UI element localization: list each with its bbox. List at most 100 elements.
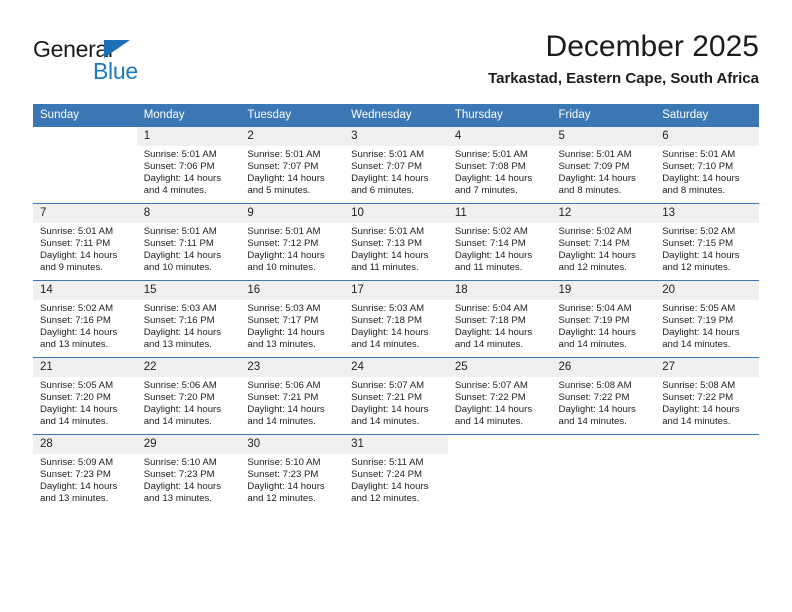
day-sun-info: Sunrise: 5:03 AM Sunset: 7:18 PM Daylight:… [344,300,448,351]
calendar-day-cell[interactable]: 9 Sunrise: 5:01 AM Sunset: 7:12 PM Daylight… [240,203,345,281]
sunrise-text: Sunrise: 5:02 AM [558,226,632,237]
daylight-text-line1: Daylight: 14 hours [351,249,429,261]
day-sun-info: Sunrise: 5:01 AM Sunset: 7:11 PM Daylight:… [137,223,241,274]
calendar-day-cell[interactable]: 26 Sunrise: 5:08 AM Sunset: 7:22 PM Dayligh… [551,357,656,435]
daylight-text-line1: Daylight: 14 hours [558,403,636,415]
day-sun-info: Sunrise: 5:01 AM Sunset: 7:13 PM Daylight:… [344,223,448,274]
sunrise-text: Sunrise: 5:02 AM [40,303,114,314]
day-sun-info: Sunrise: 5:08 AM Sunset: 7:22 PM Daylight:… [655,377,759,428]
daylight-text-line2: and 11 minutes. [454,261,523,273]
sunset-text: Sunset: 7:22 PM [558,391,630,403]
daylight-text-line1: Daylight: 14 hours [143,480,222,492]
daylight-text-line2: and 13 minutes. [40,492,109,504]
calendar-day-cell[interactable]: 7 Sunrise: 5:01 AM Sunset: 7:11 PM Daylight… [33,203,137,281]
day-number: 6 [655,127,759,146]
sunset-text: Sunset: 7:22 PM [454,391,526,403]
calendar-day-cell[interactable]: 20 Sunrise: 5:05 AM Sunset: 7:19 PM Dayligh… [655,280,759,358]
day-sun-info: Sunrise: 5:01 AM Sunset: 7:09 PM Daylight:… [552,146,656,197]
calendar-week-row: 7 Sunrise: 5:01 AM Sunset: 7:11 PM Daylight… [33,203,759,281]
sunset-text: Sunset: 7:23 PM [40,468,111,480]
calendar-day-cell[interactable]: 6 Sunrise: 5:01 AM Sunset: 7:10 PM Daylight… [655,126,759,204]
title-block: December 2025 Tarkastad, Eastern Cape, S… [488,28,759,90]
sunrise-text: Sunrise: 5:01 AM [247,149,321,160]
weekday-header-thursday: Thursday [447,104,552,127]
calendar-day-cell[interactable]: 19 Sunrise: 5:04 AM Sunset: 7:19 PM Dayligh… [551,280,656,358]
day-sun-info: Sunrise: 5:02 AM Sunset: 7:14 PM Daylight:… [552,223,656,274]
calendar-day-cell[interactable]: 16 Sunrise: 5:03 AM Sunset: 7:17 PM Dayligh… [240,280,345,358]
calendar-day-cell[interactable]: 1 Sunrise: 5:01 AM Sunset: 7:06 PM Daylight… [136,126,241,204]
sunrise-text: Sunrise: 5:05 AM [40,380,114,391]
calendar-day-cell[interactable]: 5 Sunrise: 5:01 AM Sunset: 7:09 PM Daylight… [551,126,656,204]
calendar-day-cell[interactable]: 3 Sunrise: 5:01 AM Sunset: 7:07 PM Daylight… [344,126,448,204]
calendar-day-cell[interactable]: 10 Sunrise: 5:01 AM Sunset: 7:13 PM Dayligh… [344,203,448,281]
calendar-day-cell[interactable]: 28 Sunrise: 5:09 AM Sunset: 7:23 PM Dayligh… [33,434,137,511]
calendar-week-row: 21 Sunrise: 5:05 AM Sunset: 7:20 PM Dayligh… [33,357,759,435]
daylight-text-line1: Daylight: 14 hours [558,249,636,261]
daylight-text-line1: Daylight: 14 hours [454,249,533,261]
day-number: 30 [240,435,345,454]
sunset-text: Sunset: 7:16 PM [143,314,215,326]
sunset-text: Sunset: 7:19 PM [662,314,734,326]
daylight-text-line2: and 13 minutes. [143,338,212,350]
daylight-text-line2: and 14 minutes. [40,415,109,427]
calendar-day-cell[interactable]: 15 Sunrise: 5:03 AM Sunset: 7:16 PM Dayligh… [136,280,241,358]
sunset-text: Sunset: 7:20 PM [143,391,215,403]
calendar-day-cell[interactable]: 25 Sunrise: 5:07 AM Sunset: 7:22 PM Dayligh… [447,357,552,435]
calendar-day-cell[interactable]: 8 Sunrise: 5:01 AM Sunset: 7:11 PM Daylight… [136,203,241,281]
sunrise-text: Sunrise: 5:04 AM [454,303,528,314]
calendar-day-cell[interactable]: 21 Sunrise: 5:05 AM Sunset: 7:20 PM Dayligh… [33,357,137,435]
weekday-header-friday: Friday [551,104,656,127]
day-number: 25 [447,358,552,377]
sunset-text: Sunset: 7:18 PM [351,314,423,326]
calendar-day-cell[interactable]: 2 Sunrise: 5:01 AM Sunset: 7:07 PM Daylight… [240,126,345,204]
day-number: 20 [655,281,759,300]
daylight-text-line1: Daylight: 14 hours [143,326,222,338]
calendar-day-cell[interactable]: 22 Sunrise: 5:06 AM Sunset: 7:20 PM Dayligh… [136,357,241,435]
sunrise-text: Sunrise: 5:01 AM [454,149,528,160]
sunrise-text: Sunrise: 5:05 AM [662,303,736,314]
calendar-day-cell[interactable]: 11 Sunrise: 5:02 AM Sunset: 7:14 PM Dayligh… [447,203,552,281]
sunrise-text: Sunrise: 5:01 AM [351,149,425,160]
calendar-day-cell[interactable]: 12 Sunrise: 5:02 AM Sunset: 7:14 PM Dayligh… [551,203,656,281]
day-number: 22 [136,358,241,377]
sunrise-text: Sunrise: 5:08 AM [558,380,632,391]
calendar-day-cell[interactable]: 30 Sunrise: 5:10 AM Sunset: 7:23 PM Dayligh… [240,434,345,511]
calendar-day-cell[interactable]: 4 Sunrise: 5:01 AM Sunset: 7:08 PM Daylight… [447,126,552,204]
sunset-text: Sunset: 7:17 PM [247,314,319,326]
day-sun-info: Sunrise: 5:04 AM Sunset: 7:18 PM Daylight:… [448,300,552,351]
day-number: 15 [136,281,241,300]
day-sun-info: Sunrise: 5:02 AM Sunset: 7:16 PM Daylight:… [33,300,137,351]
calendar-day-cell[interactable]: 18 Sunrise: 5:04 AM Sunset: 7:18 PM Dayligh… [447,280,552,358]
calendar-day-cell[interactable]: 14 Sunrise: 5:02 AM Sunset: 7:16 PM Dayligh… [33,280,137,358]
daylight-text-line1: Daylight: 14 hours [40,249,118,261]
calendar-day-cell[interactable]: 23 Sunrise: 5:06 AM Sunset: 7:21 PM Dayligh… [240,357,345,435]
calendar-day-cell[interactable]: 27 Sunrise: 5:08 AM Sunset: 7:22 PM Dayligh… [655,357,759,435]
day-number: 11 [447,204,552,223]
weekday-row: Sunday Monday Tuesday Wednesday Thursday Frid… [33,104,759,127]
day-number: 17 [344,281,448,300]
day-sun-info: Sunrise: 5:01 AM Sunset: 7:07 PM Daylight:… [240,146,344,197]
day-sun-info: Sunrise: 5:10 AM Sunset: 7:23 PM Daylight:… [240,454,344,505]
daylight-text-line1: Daylight: 14 hours [662,249,740,261]
calendar-day-cell-empty [447,434,552,511]
calendar-day-cell[interactable]: 13 Sunrise: 5:02 AM Sunset: 7:15 PM Dayligh… [655,203,759,281]
day-sun-info: Sunrise: 5:07 AM Sunset: 7:21 PM Daylight:… [344,377,448,428]
daylight-text-line2: and 14 minutes. [558,415,627,427]
daylight-text-line1: Daylight: 14 hours [454,403,533,415]
calendar-day-cell[interactable]: 24 Sunrise: 5:07 AM Sunset: 7:21 PM Dayligh… [344,357,448,435]
daylight-text-line2: and 12 minutes. [662,261,731,273]
calendar-day-cell[interactable]: 31 Sunrise: 5:11 AM Sunset: 7:24 PM Dayligh… [344,434,448,511]
day-number [552,435,656,454]
daylight-text-line2: and 14 minutes. [143,415,212,427]
daylight-text-line1: Daylight: 14 hours [40,326,118,338]
calendar-day-cell[interactable]: 17 Sunrise: 5:03 AM Sunset: 7:18 PM Dayligh… [344,280,448,358]
day-sun-info: Sunrise: 5:01 AM Sunset: 7:11 PM Daylight:… [33,223,137,274]
daylight-text-line2: and 14 minutes. [454,415,524,427]
sunset-text: Sunset: 7:18 PM [454,314,526,326]
calendar-day-cell[interactable]: 29 Sunrise: 5:10 AM Sunset: 7:23 PM Dayligh… [136,434,241,511]
calendar-week-row: 28 Sunrise: 5:09 AM Sunset: 7:23 PM Dayligh… [33,434,759,511]
sunrise-text: Sunrise: 5:01 AM [247,226,321,237]
daylight-text-line1: Daylight: 14 hours [351,172,429,184]
day-sun-info: Sunrise: 5:08 AM Sunset: 7:22 PM Daylight:… [552,377,656,428]
sunrise-text: Sunrise: 5:07 AM [351,380,425,391]
